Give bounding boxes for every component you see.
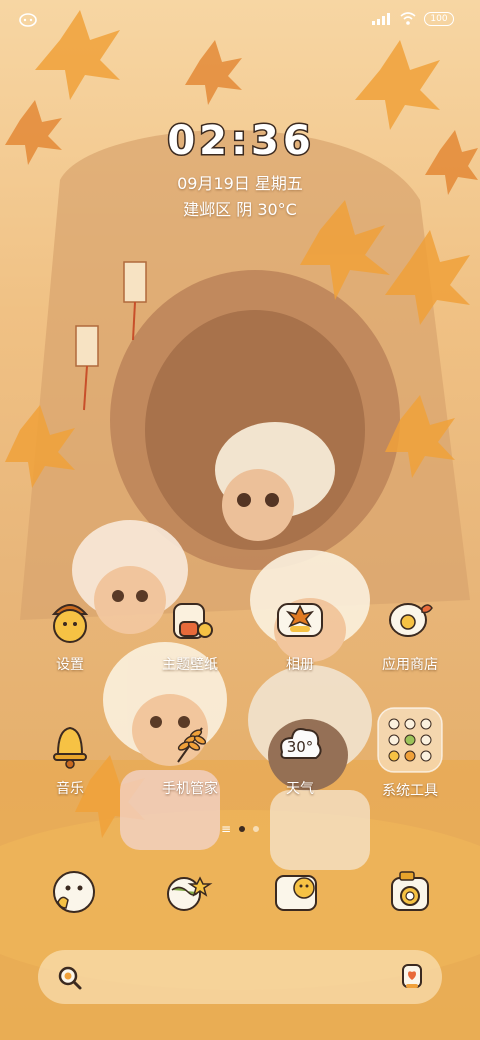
globe-browser-icon: [167, 876, 213, 911]
menu-lines-icon: ≡: [220, 822, 232, 836]
app-theme-wallpaper[interactable]: 主题壁纸: [140, 592, 240, 674]
status-right: 100: [372, 12, 454, 26]
app-phone-manager[interactable]: 手机管家: [140, 716, 240, 798]
dock-messages[interactable]: [270, 864, 326, 920]
wifi-icon: [400, 12, 416, 25]
clock-separator: :: [230, 117, 249, 166]
bird-store-icon: [382, 592, 438, 648]
status-left: [18, 12, 38, 32]
cloud-weather-icon: 30°: [272, 716, 328, 772]
status-bar: 100: [0, 0, 480, 40]
app-label: 音乐: [56, 781, 84, 797]
acorn-settings-icon: [42, 592, 98, 648]
search-icon: [58, 966, 82, 990]
folder-system-tools[interactable]: 系统工具: [360, 706, 460, 800]
clock-digit: 0: [166, 117, 198, 166]
weather-summary: 建邺区 阴 30°C: [183, 200, 297, 219]
folder-icon: [376, 706, 444, 774]
dock-phone[interactable]: [46, 864, 102, 920]
bell-music-icon: [42, 716, 98, 772]
bear-theme-icon: [162, 592, 218, 648]
page-dot: [253, 826, 260, 832]
app-weather[interactable]: 30° 天气: [250, 716, 350, 798]
battery-indicator: 100: [424, 12, 454, 26]
sheep-status-icon: [19, 13, 37, 27]
clock-digit: 6: [281, 117, 313, 166]
page-indicator[interactable]: ≡: [0, 822, 480, 836]
app-label: 主题壁纸: [162, 657, 218, 673]
clock-digit: 2: [198, 117, 229, 166]
maple-photo-icon: [272, 592, 328, 648]
app-store[interactable]: 应用商店: [360, 592, 460, 674]
app-gallery[interactable]: 相册: [250, 592, 350, 674]
app-label: 手机管家: [162, 781, 218, 797]
voice-assistant-icon[interactable]: [400, 962, 424, 992]
page-dot-active: [239, 826, 246, 832]
home-screen: 100 0 2 : 3 6 09月19日 星期五 建邺区 阴 30°C 设置 主…: [0, 0, 480, 1040]
date-label: 09月19日 星期五: [177, 174, 303, 193]
app-label: 应用商店: [382, 657, 438, 673]
app-music[interactable]: 音乐: [20, 716, 120, 798]
dock-camera[interactable]: [382, 864, 438, 920]
app-settings[interactable]: 设置: [20, 592, 120, 674]
signal-icon: [372, 13, 390, 25]
app-label: 系统工具: [382, 783, 438, 799]
app-label: 设置: [56, 657, 84, 673]
app-label: 相册: [286, 657, 314, 673]
chick-phone-icon: [53, 871, 95, 913]
app-label: 天气: [286, 781, 314, 797]
chick-messages-icon: [275, 875, 317, 911]
search-bar[interactable]: [38, 950, 442, 1004]
wheat-manager-icon: [162, 716, 218, 772]
dock-browser[interactable]: [158, 864, 214, 920]
clock-widget[interactable]: 0 2 : 3 6: [0, 117, 480, 166]
weather-temp-badge: 30°: [287, 738, 314, 756]
camera-icon: [391, 871, 429, 911]
clock-digit: 3: [250, 117, 281, 166]
